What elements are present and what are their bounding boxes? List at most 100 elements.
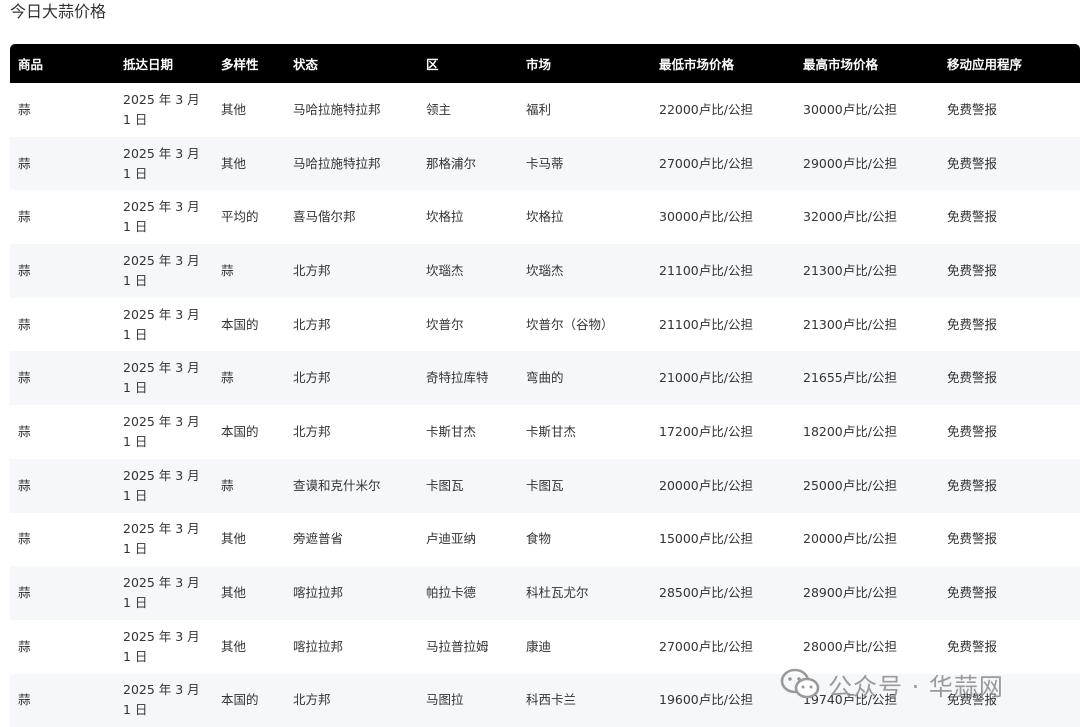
district-cell[interactable]: 那格浦尔 [418,137,518,191]
commodity-cell[interactable]: 蒜 [10,566,115,620]
district-cell[interactable]: 奇特拉库特 [418,351,518,405]
free-alert-link[interactable]: 免费警报 [939,405,1080,459]
min-price-cell: 15000卢比/公担 [659,531,753,547]
state-cell[interactable]: 喀拉拉邦 [285,620,418,674]
market-cell[interactable]: 坎普尔（谷物） [518,298,651,352]
free-alert-link[interactable]: 免费警报 [939,244,1080,298]
district-cell[interactable]: 坎瑙杰 [418,244,518,298]
commodity-cell[interactable]: 蒜 [10,137,115,191]
commodity-cell[interactable]: 蒜 [10,620,115,674]
district-cell[interactable]: 马拉普拉姆 [418,620,518,674]
header-arrival-date: 抵达日期 [115,44,213,83]
commodity-cell[interactable]: 蒜 [10,298,115,352]
max-price-cell: 28000卢比/公担 [803,638,897,654]
header-district: 区 [418,44,518,83]
state-cell[interactable]: 北方邦 [285,351,418,405]
state-cell[interactable]: 马哈拉施特拉邦 [285,137,418,191]
max-price-cell: 21300卢比/公担 [803,262,897,278]
state-cell[interactable]: 北方邦 [285,405,418,459]
header-market: 市场 [518,44,651,83]
free-alert-link[interactable]: 免费警报 [939,137,1080,191]
state-cell[interactable]: 马哈拉施特拉邦 [285,83,418,137]
market-cell[interactable]: 弯曲的 [518,351,651,405]
market-cell[interactable]: 坎格拉 [518,190,651,244]
arrival-date-cell: 2025 年 3 月 1 日 [123,306,200,342]
district-cell[interactable]: 领主 [418,83,518,137]
commodity-cell[interactable]: 蒜 [10,244,115,298]
variety-cell: 本国的 [221,423,259,439]
district-cell[interactable]: 坎普尔 [418,298,518,352]
district-cell[interactable]: 卡图瓦 [418,459,518,513]
page-title: 今日大蒜价格 [10,2,107,21]
header-min-price: 最低市场价格 [651,44,795,83]
district-cell[interactable]: 卡斯甘杰 [418,405,518,459]
header-mobile-app: 移动应用程序 [939,44,1080,83]
state-cell[interactable]: 北方邦 [285,244,418,298]
header-commodity: 商品 [10,44,115,83]
arrival-date-cell: 2025 年 3 月 1 日 [123,467,200,503]
state-cell[interactable]: 北方邦 [285,674,418,727]
arrival-date-cell: 2025 年 3 月 1 日 [123,628,200,664]
free-alert-link[interactable]: 免费警报 [939,674,1080,727]
table-row: 蒜 2025 年 3 月 1 日平均的 喜马偕尔邦 坎格拉 坎格拉 30000卢比/公担 3… [10,190,1080,244]
market-cell[interactable]: 卡斯甘杰 [518,405,651,459]
variety-cell: 其他 [221,585,247,601]
market-cell[interactable]: 食物 [518,513,651,567]
min-price-cell: 21100卢比/公担 [659,316,753,332]
free-alert-link[interactable]: 免费警报 [939,351,1080,405]
free-alert-link[interactable]: 免费警报 [939,83,1080,137]
table-row: 蒜 2025 年 3 月 1 日 本国的 北方邦 马图拉 科西卡兰 19600卢比/公担 19… [10,673,1080,727]
market-cell[interactable]: 卡马蒂 [518,137,651,191]
arrival-date-cell: 2025 年 3 月 1 日 [123,252,200,288]
max-price-cell: 19740卢比/公担 [803,692,897,708]
commodity-cell[interactable]: 蒜 [10,674,115,727]
commodity-cell[interactable]: 蒜 [10,351,115,405]
free-alert-link[interactable]: 免费警报 [939,513,1080,567]
market-cell[interactable]: 科杜瓦尤尔 [518,566,651,620]
variety-cell: 蒜 [221,370,234,386]
garlic-price-table: 商品 抵达日期 多样性 状态 区 市场 最低市场价格 最高市场价格 移动应用程序… [10,44,1080,727]
state-cell[interactable]: 北方邦 [285,298,418,352]
free-alert-link[interactable]: 免费警报 [939,566,1080,620]
free-alert-link[interactable]: 免费警报 [939,190,1080,244]
free-alert-link[interactable]: 免费警报 [939,620,1080,674]
variety-cell: 其他 [221,638,247,654]
commodity-cell[interactable]: 蒜 [10,83,115,137]
free-alert-link[interactable]: 免费警报 [939,298,1080,352]
market-cell[interactable]: 康迪 [518,620,651,674]
district-cell[interactable]: 坎格拉 [418,190,518,244]
min-price-cell: 27000卢比/公担 [659,155,753,171]
table-row: 蒜 2025 年 3 月 1 日 其他 喀拉拉邦 马拉普拉姆 康迪 27000卢比/公担 28… [10,620,1080,674]
market-cell[interactable]: 福利 [518,83,651,137]
variety-cell: 其他 [221,531,247,547]
variety-cell: 蒜 [221,262,234,278]
min-price-cell: 30000卢比/公担 [659,209,753,225]
max-price-cell: 28900卢比/公担 [803,585,897,601]
market-cell[interactable]: 坎瑙杰 [518,244,651,298]
state-cell[interactable]: 旁遮普省 [285,513,418,567]
district-cell[interactable]: 卢迪亚纳 [418,513,518,567]
market-cell[interactable]: 科西卡兰 [518,674,651,727]
arrival-date-cell: 2025 年 3 月 1 日 [123,91,200,127]
commodity-cell[interactable]: 蒜 [10,405,115,459]
max-price-cell: 21655卢比/公担 [803,370,897,386]
arrival-date-cell: 2025 年 3 月 1 日 [123,145,200,181]
market-cell[interactable]: 卡图瓦 [518,459,651,513]
state-cell[interactable]: 喀拉拉邦 [285,566,418,620]
state-cell[interactable]: 查谟和克什米尔 [285,459,418,513]
commodity-cell[interactable]: 蒜 [10,190,115,244]
commodity-cell[interactable]: 蒜 [10,459,115,513]
table-row: 蒜 2025 年 3 月 1 日本国的 北方邦 卡斯甘杰 卡斯甘杰 17200卢比/公担 1… [10,405,1080,459]
arrival-date-cell: 2025 年 3 月 1 日 [123,575,200,611]
table-row: 蒜 2025 年 3 月 1 日 本国的 北方邦 坎普尔 坎普尔（谷物） 21100卢比/公… [10,298,1080,352]
free-alert-link[interactable]: 免费警报 [939,459,1080,513]
min-price-cell: 20000卢比/公担 [659,477,753,493]
header-state: 状态 [285,44,418,83]
table-row: 蒜 2025 年 3 月 1 日蒜北方邦 坎瑙杰 坎瑙杰 21100卢比/公担 21300… [10,244,1080,298]
district-cell[interactable]: 帕拉卡德 [418,566,518,620]
table-row: 蒜 2025 年 3 月 1 日 其他 马哈拉施特拉邦 那格浦尔 卡马蒂 27000卢比/公… [10,136,1080,191]
commodity-cell[interactable]: 蒜 [10,513,115,567]
min-price-cell: 27000卢比/公担 [659,638,753,654]
state-cell[interactable]: 喜马偕尔邦 [285,190,418,244]
district-cell[interactable]: 马图拉 [418,674,518,727]
